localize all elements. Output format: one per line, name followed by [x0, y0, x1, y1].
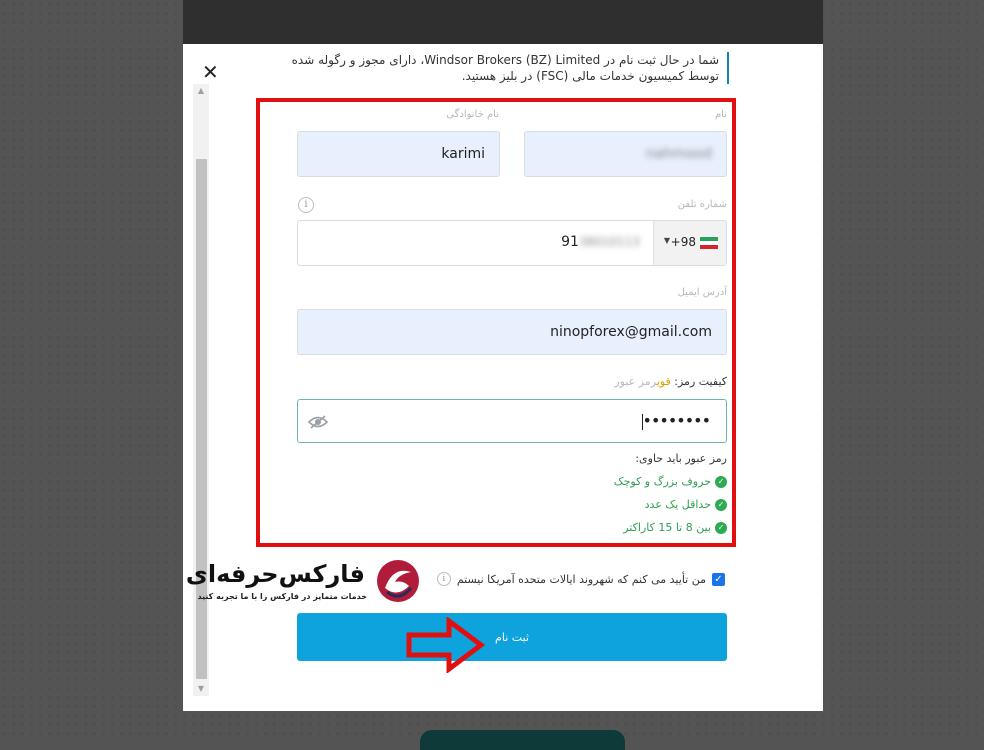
- last-name-input[interactable]: karimi: [297, 131, 500, 177]
- scroll-up-icon[interactable]: ▲: [193, 84, 209, 98]
- phone-info-icon[interactable]: i: [298, 197, 314, 213]
- rule-length: ✓ بین 8 تا 15 کاراکتر: [623, 521, 727, 534]
- rule-case: ✓ حروف بزرگ و کوچک: [614, 475, 727, 488]
- scrollbar-thumb[interactable]: [196, 159, 207, 679]
- iran-flag-icon: [700, 237, 718, 249]
- brand-logo: فارکس‌حرفه‌ای خدمات متمایز در فارکس را ب…: [186, 558, 423, 608]
- phone-label: شماره تلفن: [677, 199, 727, 210]
- check-circle-icon: ✓: [715, 498, 727, 511]
- brand-logo-subtitle: خدمات متمایز در فارکس را با ما تجربه کنی…: [197, 592, 367, 601]
- email-input[interactable]: ninopforex@gmail.com: [297, 309, 727, 355]
- intro-line-1: شما در حال ثبت نام در Windsor Brokers (B…: [291, 53, 719, 67]
- background-button: [420, 730, 625, 750]
- register-button[interactable]: ثبت نام: [297, 613, 727, 661]
- password-input[interactable]: ••••••••: [297, 399, 727, 443]
- rule-number: ✓ حداقل یک عدد: [645, 498, 727, 511]
- country-code-select[interactable]: +98 ▼: [653, 221, 726, 265]
- registration-modal: ✕ ▲ ▼ شما در حال ثبت نام در Windsor Brok…: [183, 44, 823, 711]
- eye-slash-icon[interactable]: [307, 414, 329, 433]
- password-strength: کیفیت رمز: قویرمز عبور: [614, 375, 727, 388]
- brand-logo-title: فارکس‌حرفه‌ای: [185, 560, 366, 588]
- us-confirm-row: ✓ من تأیید می کنم که شهروند ایالات متحده…: [436, 572, 725, 586]
- last-name-label: نام خانوادگی: [446, 109, 499, 120]
- chevron-down-icon: ▼: [663, 236, 670, 245]
- phone-number-value: 9138010113: [561, 234, 640, 250]
- background-header: [183, 0, 823, 44]
- scrollbar[interactable]: ▲ ▼: [193, 84, 209, 696]
- brand-emblem-icon: [377, 560, 419, 602]
- first-name-label: نام: [714, 109, 727, 120]
- phone-number-visible: 91: [561, 234, 579, 250]
- first-name-value: nahmood: [646, 146, 712, 162]
- arrow-right-icon: [406, 617, 485, 673]
- first-name-input[interactable]: nahmood: [524, 131, 727, 177]
- password-strength-value: قوی: [656, 375, 671, 388]
- phone-number-blurred: 38010113: [578, 235, 640, 249]
- email-value: ninopforex@gmail.com: [550, 324, 712, 340]
- check-circle-icon: ✓: [715, 521, 727, 534]
- check-circle-icon: ✓: [715, 475, 727, 488]
- last-name-value: karimi: [441, 146, 485, 162]
- us-confirm-label: من تأیید می کنم که شهروند ایالات متحده آ…: [456, 572, 706, 586]
- password-strength-label: کیفیت رمز:: [674, 375, 727, 388]
- us-info-icon[interactable]: i: [436, 572, 451, 586]
- close-icon[interactable]: ✕: [202, 62, 219, 82]
- intro-line-2: توسط کمیسیون خدمات مالی (FSC) در بلیز هس…: [461, 69, 719, 83]
- scroll-down-icon[interactable]: ▼: [193, 682, 209, 696]
- password-label: رمز عبور: [614, 375, 657, 388]
- dial-code: +98: [670, 235, 696, 249]
- email-label: آدرس ایمیل: [677, 287, 727, 298]
- intro-text: شما در حال ثبت نام در Windsor Brokers (B…: [279, 52, 729, 84]
- password-value: ••••••••: [641, 411, 711, 430]
- password-rules-title: رمز عبور باید حاوی:: [635, 452, 727, 465]
- phone-input[interactable]: +98 ▼ 9138010113: [297, 220, 727, 266]
- us-confirm-checkbox[interactable]: ✓: [712, 572, 725, 586]
